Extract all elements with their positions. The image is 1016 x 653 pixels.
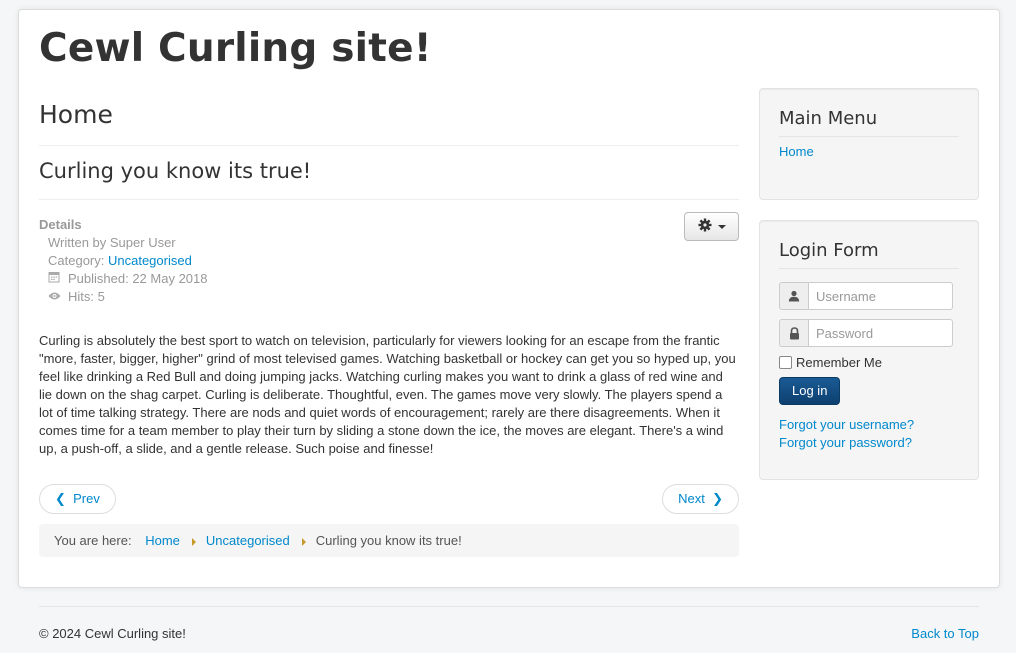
- forgot-username-link[interactable]: Forgot your username?: [779, 417, 914, 432]
- main-content: Home Curling you know its true! Details …: [39, 96, 739, 516]
- login-button[interactable]: Log in: [779, 377, 841, 405]
- remember-me: Remember Me: [779, 355, 959, 370]
- username-input[interactable]: [808, 282, 953, 310]
- page-heading: Home: [39, 96, 739, 146]
- user-icon: [779, 282, 808, 310]
- calendar-icon: [48, 270, 61, 288]
- breadcrumb-label: You are here:: [54, 533, 132, 548]
- breadcrumb-uncategorised[interactable]: Uncategorised: [206, 533, 290, 548]
- footer-copyright: © 2024 Cewl Curling site!: [39, 626, 186, 641]
- main-menu-module: Main Menu Home: [759, 88, 979, 200]
- remember-checkbox[interactable]: [779, 356, 792, 369]
- breadcrumb-current: Curling you know its true!: [315, 533, 462, 548]
- site-title[interactable]: Cewl Curling site!: [39, 27, 432, 71]
- article-tools-button[interactable]: [684, 212, 739, 241]
- breadcrumb: You are here: Home Uncategorised Curling y…: [39, 524, 739, 557]
- chevron-down-icon: [717, 224, 726, 229]
- sidebar: Main Menu Home Login Form Remember Me Lo…: [759, 88, 979, 500]
- remember-label[interactable]: Remember Me: [796, 355, 882, 370]
- article-body: Curling is absolutely the best sport to …: [39, 333, 736, 456]
- author: Written by Super User: [48, 235, 176, 250]
- hits: Hits: 5: [48, 288, 739, 306]
- footer-divider: [39, 606, 979, 607]
- login-links: Forgot your username? Forgot your passwo…: [779, 416, 959, 452]
- username-row: [779, 282, 959, 310]
- next-label: Next: [678, 491, 705, 506]
- chevron-right-icon: ❯: [712, 491, 723, 506]
- chevron-left-icon: ❮: [55, 491, 66, 506]
- gear-icon: [698, 218, 712, 235]
- published-text: Published: 22 May 2018: [68, 271, 208, 286]
- published-date: Published: 22 May 2018: [48, 270, 739, 288]
- login-form-module: Login Form Remember Me Log in Forgot you…: [759, 220, 979, 480]
- breadcrumb-separator-icon: [301, 537, 306, 546]
- menu-item-home[interactable]: Home: [779, 144, 814, 159]
- login-form-title: Login Form: [779, 240, 959, 269]
- main-menu-title: Main Menu: [779, 108, 959, 137]
- password-row: [779, 319, 959, 347]
- breadcrumb-separator-icon: [191, 537, 196, 546]
- article-details: Details Written by Super User Category: …: [39, 212, 739, 306]
- back-to-top-link[interactable]: Back to Top: [911, 626, 979, 641]
- article-title: Curling you know its true!: [39, 146, 739, 200]
- breadcrumb-home[interactable]: Home: [145, 533, 180, 548]
- lock-icon: [779, 319, 808, 347]
- main-menu-list: Home: [779, 141, 959, 163]
- prev-button[interactable]: ❮ Prev: [39, 484, 116, 514]
- category: Category: Uncategorised: [48, 252, 739, 270]
- details-label: Details: [39, 217, 82, 232]
- hits-text: Hits: 5: [68, 289, 105, 304]
- page-container: Cewl Curling site! Home Curling you know…: [18, 9, 1000, 588]
- forgot-password-link[interactable]: Forgot your password?: [779, 435, 912, 450]
- eye-icon: [48, 288, 61, 306]
- category-label: Category:: [48, 253, 108, 268]
- category-link[interactable]: Uncategorised: [108, 253, 192, 268]
- article-pager: ❮ Prev Next ❯: [39, 484, 739, 516]
- password-input[interactable]: [808, 319, 953, 347]
- next-button[interactable]: Next ❯: [662, 484, 739, 514]
- prev-label: Prev: [73, 491, 100, 506]
